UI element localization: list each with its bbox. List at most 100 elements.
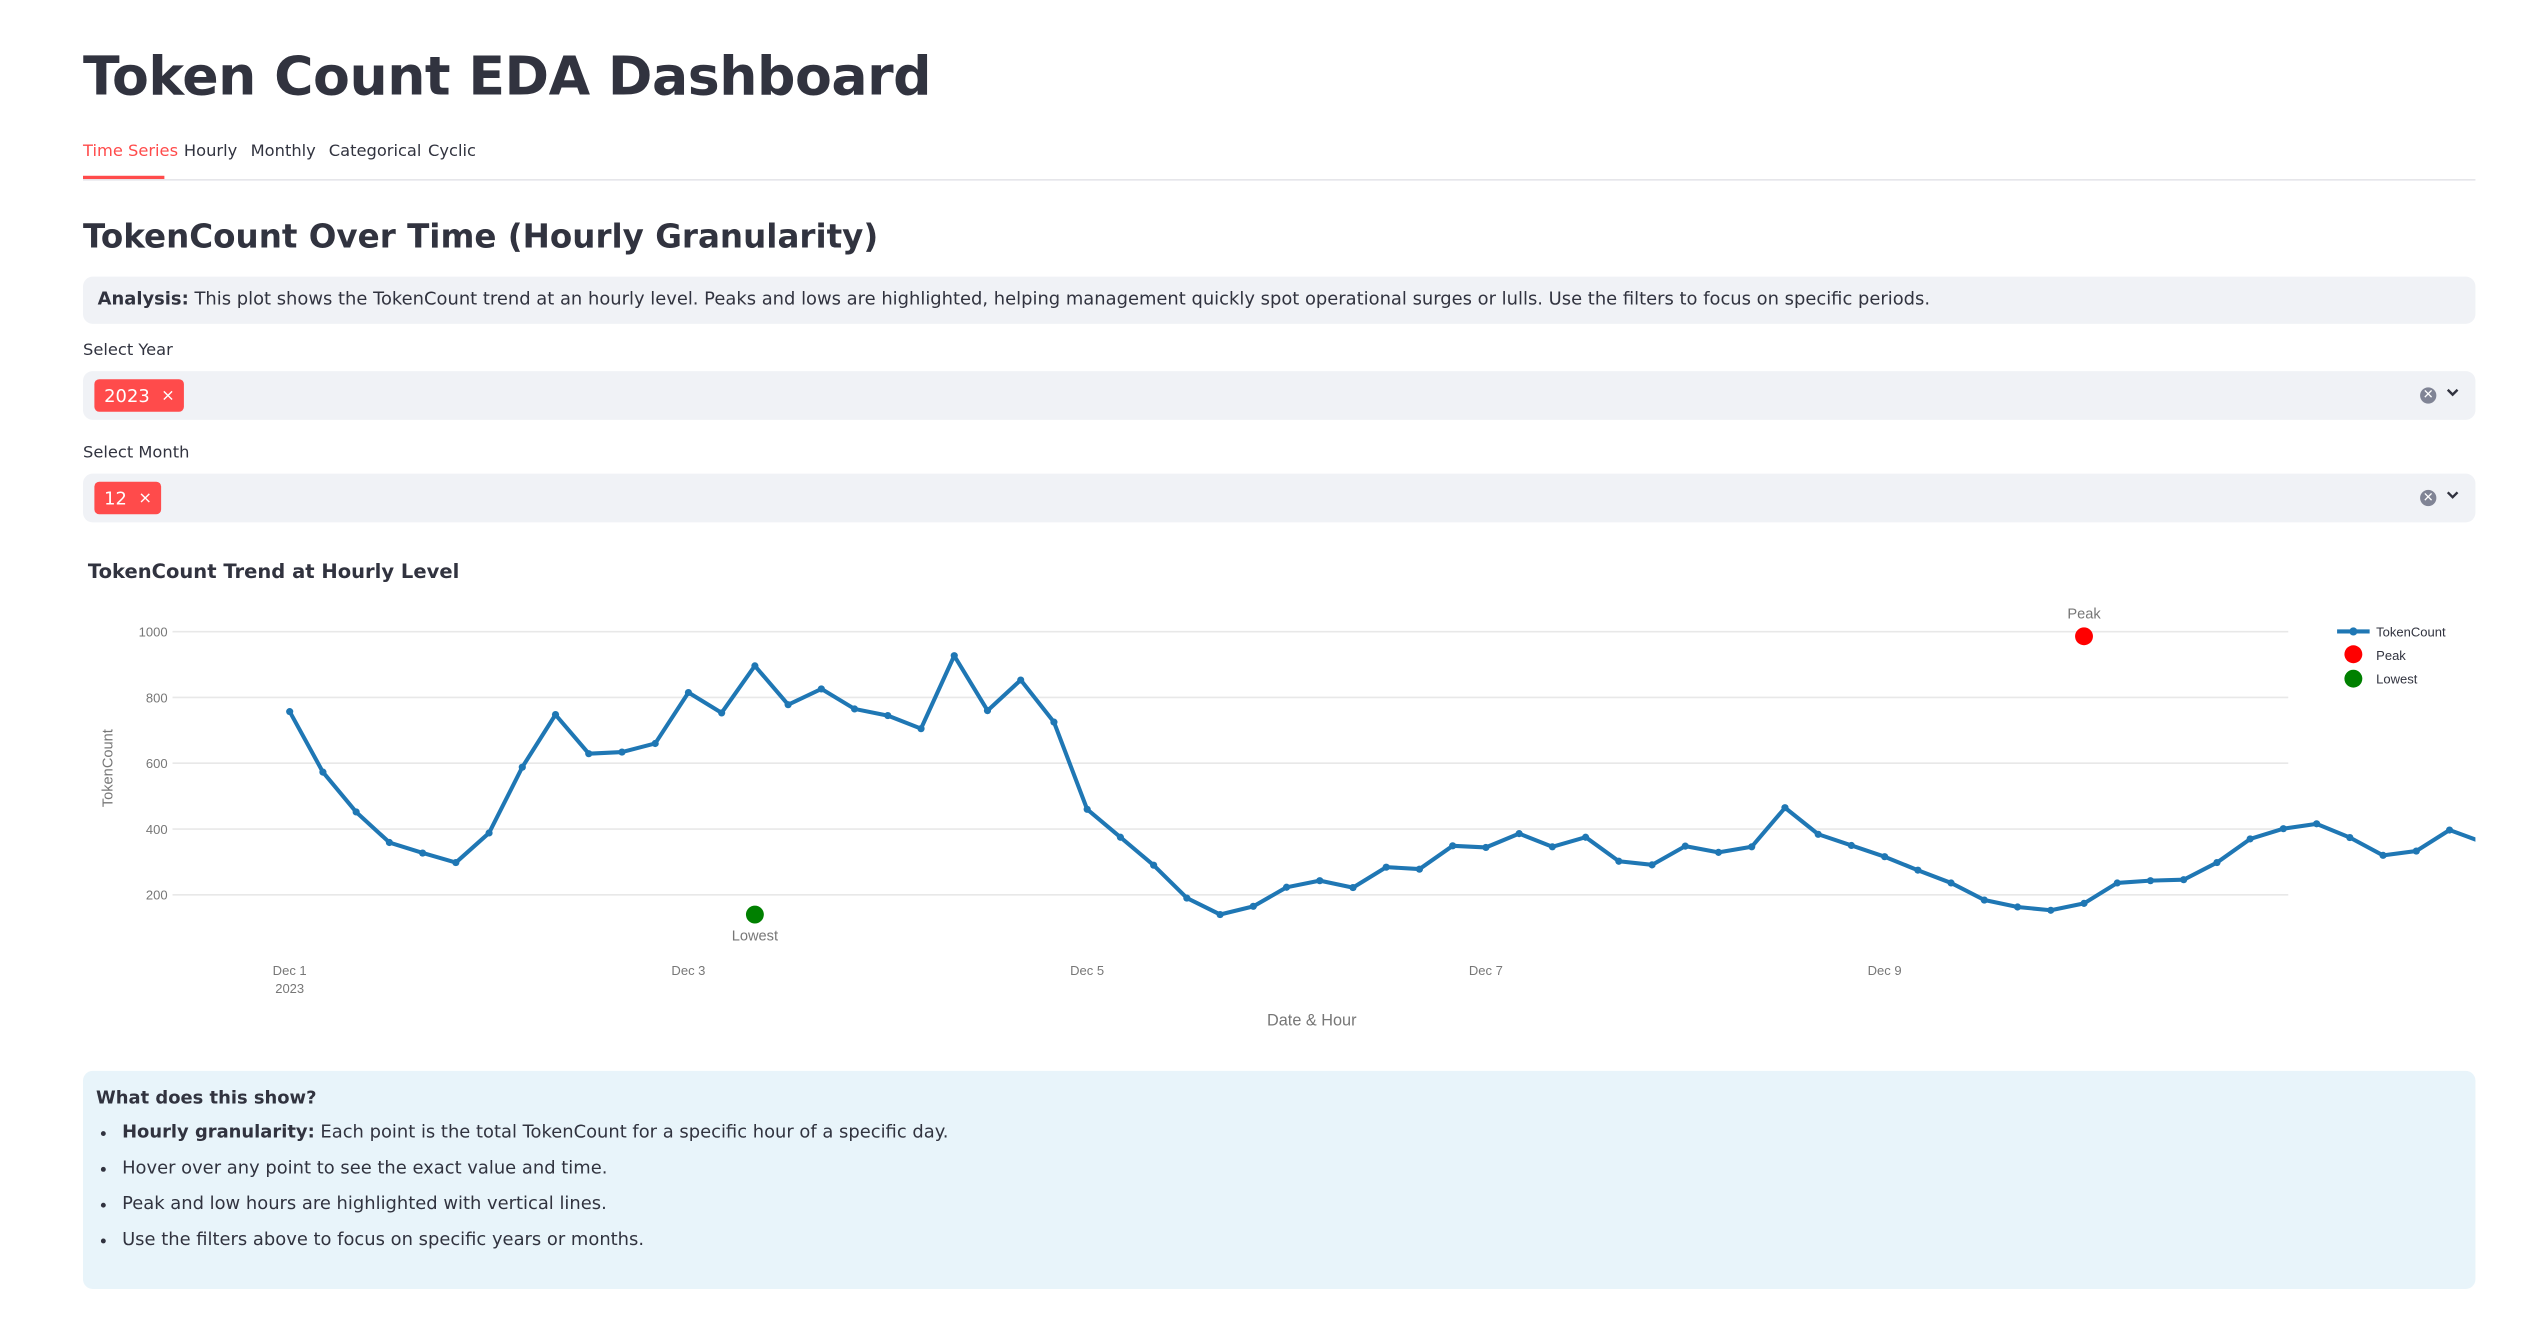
tab-categorical[interactable]: Categorical: [329, 143, 422, 161]
data-point[interactable]: [1449, 842, 1457, 850]
legend-label[interactable]: Peak: [2376, 648, 2406, 663]
month-chevron-down-icon[interactable]: [2445, 487, 2461, 503]
analysis-lead: Analysis:: [97, 288, 189, 310]
data-point[interactable]: [1183, 894, 1191, 902]
section-title: TokenCount Over Time (Hourly Granularity…: [83, 216, 879, 256]
data-point[interactable]: [1814, 830, 1822, 838]
help-title: What does this show?: [96, 1087, 317, 1109]
data-point[interactable]: [585, 750, 593, 758]
data-point[interactable]: [2180, 876, 2188, 884]
data-point[interactable]: [1847, 841, 1855, 850]
x-tick-label: Dec 3: [671, 963, 705, 978]
data-point[interactable]: [1083, 805, 1091, 813]
data-point[interactable]: [2279, 825, 2287, 833]
data-point[interactable]: [2379, 851, 2387, 859]
data-point[interactable]: [1548, 843, 1556, 851]
month-filter-label: Select Month: [83, 444, 190, 463]
data-point[interactable]: [1980, 896, 1988, 904]
year-multiselect[interactable]: 2023 × ✕: [83, 371, 2476, 420]
data-point[interactable]: [1914, 866, 1922, 874]
help-item-text: Hover over any point to see the exact va…: [122, 1157, 608, 1179]
year-chip-remove-icon[interactable]: ×: [161, 387, 175, 405]
data-point[interactable]: [1382, 863, 1390, 871]
data-point[interactable]: [784, 701, 792, 709]
data-point[interactable]: [518, 763, 526, 771]
data-point[interactable]: [2080, 899, 2088, 907]
peak-marker[interactable]: [2075, 627, 2093, 646]
tab-hourly[interactable]: Hourly: [184, 143, 237, 161]
data-point[interactable]: [2346, 834, 2354, 842]
month-chip-remove-icon[interactable]: ×: [138, 489, 152, 507]
data-point[interactable]: [1615, 857, 1623, 865]
data-point[interactable]: [485, 829, 493, 837]
data-point[interactable]: [452, 859, 460, 867]
help-item-text: Each point is the total TokenCount for a…: [314, 1121, 949, 1143]
data-point[interactable]: [2146, 877, 2155, 885]
month-clear-icon[interactable]: ✕: [2420, 489, 2437, 507]
data-point[interactable]: [1515, 830, 1523, 838]
data-point[interactable]: [319, 768, 327, 776]
tab-bar: Time Series Hourly Monthly Categorical C…: [83, 143, 2476, 181]
data-point[interactable]: [1282, 883, 1291, 891]
x-axis-label: Date & Hour: [1267, 1011, 1357, 1029]
data-point[interactable]: [1881, 853, 1889, 861]
legend-label[interactable]: TokenCount: [2376, 624, 2446, 639]
data-point[interactable]: [1681, 842, 1689, 850]
year-chip: 2023 ×: [94, 379, 185, 412]
chart-title: TokenCount Trend at Hourly Level: [87, 559, 460, 583]
data-point[interactable]: [1748, 843, 1756, 851]
month-multiselect[interactable]: 12 × ✕: [83, 473, 2476, 523]
data-point[interactable]: [1648, 861, 1656, 869]
data-point[interactable]: [1349, 883, 1357, 892]
data-point[interactable]: [751, 662, 759, 670]
data-point[interactable]: [1249, 902, 1257, 910]
data-point[interactable]: [618, 748, 626, 756]
data-point[interactable]: [352, 808, 360, 816]
year-chip-label: 2023: [104, 384, 150, 407]
token-count-chart[interactable]: 200 400 600 800 1000 Dec 1 2023 Dec 3 Dec 5 Dec …: [83, 599, 2476, 1038]
data-point[interactable]: [1947, 879, 1955, 887]
data-point[interactable]: [1781, 804, 1789, 812]
data-point[interactable]: [2213, 859, 2221, 867]
data-point[interactable]: [1714, 848, 1723, 856]
x-tick-label: Dec 1: [273, 963, 307, 978]
data-point[interactable]: [817, 685, 825, 693]
data-point[interactable]: [2445, 826, 2454, 834]
legend-label[interactable]: Lowest: [2376, 672, 2418, 687]
data-point[interactable]: [2412, 847, 2420, 855]
data-point[interactable]: [2113, 879, 2121, 887]
data-point[interactable]: [385, 838, 393, 847]
data-point[interactable]: [684, 688, 693, 697]
data-point[interactable]: [2047, 906, 2055, 914]
year-clear-icon[interactable]: ✕: [2420, 387, 2437, 404]
data-point[interactable]: [950, 652, 958, 660]
lowest-marker[interactable]: [745, 905, 764, 924]
data-point[interactable]: [651, 739, 659, 748]
data-point[interactable]: [983, 707, 992, 715]
data-point[interactable]: [1216, 910, 1224, 919]
data-point[interactable]: [419, 849, 427, 857]
data-point[interactable]: [917, 725, 925, 733]
tab-time-series[interactable]: Time Series: [83, 143, 178, 161]
month-chip-label: 12: [104, 487, 127, 509]
data-point[interactable]: [1017, 676, 1025, 684]
data-point[interactable]: [1116, 833, 1124, 841]
data-point[interactable]: [1482, 843, 1490, 852]
data-point[interactable]: [850, 705, 859, 713]
data-point[interactable]: [884, 711, 892, 720]
data-point[interactable]: [2013, 903, 2022, 911]
year-chevron-down-icon[interactable]: [2445, 384, 2461, 400]
tab-cyclic[interactable]: Cyclic: [428, 143, 476, 161]
data-point[interactable]: [1050, 718, 1058, 726]
data-point[interactable]: [1150, 861, 1158, 869]
data-point[interactable]: [2246, 835, 2254, 843]
data-point[interactable]: [551, 710, 560, 719]
data-point[interactable]: [718, 709, 726, 717]
data-point[interactable]: [1415, 865, 1424, 873]
data-point[interactable]: [1316, 877, 1324, 885]
data-point[interactable]: [1582, 833, 1590, 841]
tab-monthly[interactable]: Monthly: [251, 143, 316, 161]
x-tick-label: Dec 7: [1469, 963, 1503, 978]
data-point[interactable]: [286, 708, 294, 716]
data-point[interactable]: [2313, 820, 2321, 828]
